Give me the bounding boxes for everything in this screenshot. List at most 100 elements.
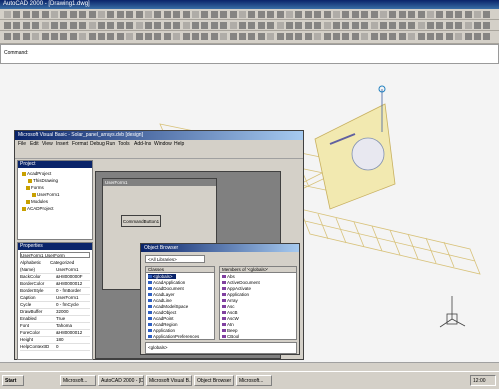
- list-item[interactable]: Abs: [222, 274, 235, 279]
- toolbar-tool-icon[interactable]: [154, 22, 162, 29]
- cad-toolbar-standard[interactable]: [0, 9, 499, 20]
- toolbar-tool-icon[interactable]: [295, 22, 303, 29]
- toolbar-tool-icon[interactable]: [427, 33, 434, 40]
- toolbar-tool-icon[interactable]: [351, 33, 359, 40]
- toolbar-tool-icon[interactable]: [210, 33, 218, 40]
- toolbar-tool-icon[interactable]: [483, 22, 491, 29]
- toolbar-tool-icon[interactable]: [389, 33, 397, 40]
- toolbar-tool-icon[interactable]: [229, 33, 237, 40]
- toolbar-tool-icon[interactable]: [276, 11, 284, 18]
- property-row[interactable]: Caption UserForm1: [20, 295, 90, 302]
- toolbar-tool-icon[interactable]: [41, 22, 49, 29]
- toolbar-tool-icon[interactable]: [163, 33, 171, 40]
- menu-file[interactable]: File: [18, 141, 26, 147]
- property-row[interactable]: Height 180: [20, 337, 90, 344]
- property-row[interactable]: BorderStyle 0 - fmBorder: [20, 288, 90, 295]
- toolbar-tool-icon[interactable]: [333, 11, 340, 18]
- property-row[interactable]: ForeColor &H80000012: [20, 330, 90, 337]
- toolbar-tool-icon[interactable]: [154, 11, 162, 18]
- list-item[interactable]: AcadObject: [148, 310, 176, 315]
- toolbar-tool-icon[interactable]: [4, 33, 11, 40]
- toolbar-tool-icon[interactable]: [314, 33, 322, 40]
- toolbar-tool-icon[interactable]: [286, 22, 293, 29]
- toolbar-tool-icon[interactable]: [201, 33, 209, 40]
- project-explorer[interactable]: Project AcadProject ThisDrawing Forms Us…: [17, 160, 93, 240]
- toolbar-tool-icon[interactable]: [60, 22, 68, 29]
- toolbar-tool-icon[interactable]: [276, 33, 284, 40]
- list-item[interactable]: Application: [222, 292, 249, 297]
- toolbar-tool-icon[interactable]: [60, 11, 68, 18]
- start-button[interactable]: Start: [2, 375, 24, 386]
- toolbar-tool-icon[interactable]: [13, 33, 21, 40]
- tree-item-forms[interactable]: Forms: [26, 185, 44, 190]
- menu-view[interactable]: View: [42, 141, 53, 147]
- toolbar-tool-icon[interactable]: [323, 33, 331, 40]
- toolbar-tool-icon[interactable]: [182, 22, 190, 29]
- list-item[interactable]: AscB: [222, 310, 238, 315]
- toolbar-tool-icon[interactable]: [408, 11, 416, 18]
- toolbar-tool-icon[interactable]: [229, 11, 237, 18]
- toolbar-tool-icon[interactable]: [220, 33, 228, 40]
- list-item[interactable]: Application: [148, 328, 175, 333]
- tree-item-acad-project[interactable]: ACADProject: [22, 206, 54, 211]
- toolbar-tool-icon[interactable]: [32, 22, 40, 29]
- toolbar-tool-icon[interactable]: [32, 33, 40, 40]
- toolbar-tool-icon[interactable]: [417, 33, 425, 40]
- list-item[interactable]: AcadRegion: [148, 322, 178, 327]
- toolbar-tool-icon[interactable]: [126, 33, 134, 40]
- menu-addins[interactable]: Add-Ins: [134, 141, 151, 147]
- toolbar-tool-icon[interactable]: [370, 33, 378, 40]
- list-item[interactable]: CBool: [222, 334, 239, 339]
- menu-edit[interactable]: Edit: [30, 141, 39, 147]
- tab-categorized[interactable]: Categorized: [50, 260, 74, 265]
- toolbar-tool-icon[interactable]: [248, 33, 256, 40]
- toolbar-tool-icon[interactable]: [380, 11, 387, 18]
- object-browser-titlebar[interactable]: Object Browser: [141, 244, 299, 252]
- toolbar-tool-icon[interactable]: [314, 22, 322, 29]
- list-item[interactable]: ApplicationPreferences: [148, 334, 199, 339]
- toolbar-tool-icon[interactable]: [267, 22, 275, 29]
- toolbar-tool-icon[interactable]: [361, 11, 369, 18]
- toolbar-tool-icon[interactable]: [107, 22, 115, 29]
- members-list[interactable]: Members of '<globals>' Abs ActiveDocumen…: [219, 266, 297, 340]
- toolbar-tool-icon[interactable]: [13, 22, 21, 29]
- toolbar-tool-icon[interactable]: [60, 33, 68, 40]
- toolbar-tool-icon[interactable]: [342, 11, 350, 18]
- toolbar-tool-icon[interactable]: [445, 33, 453, 40]
- toolbar-tool-icon[interactable]: [380, 33, 387, 40]
- toolbar-tool-icon[interactable]: [79, 22, 87, 29]
- property-row[interactable]: DrawBuffer 32000: [20, 309, 90, 316]
- toolbar-tool-icon[interactable]: [314, 11, 322, 18]
- toolbar-tool-icon[interactable]: [464, 22, 472, 29]
- list-item[interactable]: AcadPoint: [148, 316, 174, 321]
- vba-titlebar[interactable]: Microsoft Visual Basic - Solar_panel_arr…: [15, 131, 303, 140]
- toolbar-tool-icon[interactable]: [248, 22, 256, 29]
- tab-alphabetic[interactable]: Alphabetic: [20, 260, 41, 265]
- toolbar-tool-icon[interactable]: [220, 11, 228, 18]
- vba-toolbar[interactable]: [15, 148, 303, 159]
- toolbar-tool-icon[interactable]: [398, 11, 406, 18]
- property-row[interactable]: Font Tahoma: [20, 323, 90, 330]
- tree-item-acadproject[interactable]: AcadProject: [22, 171, 51, 176]
- toolbar-tool-icon[interactable]: [98, 11, 105, 18]
- toolbar-tool-icon[interactable]: [267, 11, 275, 18]
- toolbar-tool-icon[interactable]: [333, 22, 340, 29]
- toolbar-tool-icon[interactable]: [445, 11, 453, 18]
- taskbar-button[interactable]: AutoCAD 2000 - [Dr...: [98, 375, 144, 386]
- menu-run[interactable]: Run: [106, 141, 115, 147]
- toolbar-tool-icon[interactable]: [436, 11, 444, 18]
- toolbar-tool-icon[interactable]: [436, 22, 444, 29]
- toolbar-tool-icon[interactable]: [417, 11, 425, 18]
- toolbar-tool-icon[interactable]: [22, 22, 30, 29]
- toolbar-tool-icon[interactable]: [239, 11, 246, 18]
- list-item[interactable]: AcadModelSpace: [148, 304, 188, 309]
- toolbar-tool-icon[interactable]: [51, 22, 58, 29]
- toolbar-tool-icon[interactable]: [248, 11, 256, 18]
- property-row[interactable]: HelpContextID 0: [20, 344, 90, 351]
- object-selector[interactable]: UserForm1 UserForm: [20, 252, 90, 258]
- toolbar-tool-icon[interactable]: [116, 22, 124, 29]
- toolbar-tool-icon[interactable]: [445, 22, 453, 29]
- toolbar-tool-icon[interactable]: [182, 33, 190, 40]
- toolbar-tool-icon[interactable]: [107, 33, 115, 40]
- command-button[interactable]: CommandButton1: [121, 215, 161, 227]
